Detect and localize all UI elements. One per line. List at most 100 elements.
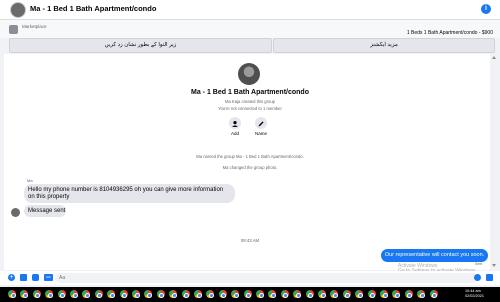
chrome-icon[interactable] bbox=[144, 290, 153, 298]
chrome-icon[interactable] bbox=[330, 290, 339, 298]
chrome-icon[interactable] bbox=[355, 290, 364, 298]
chrome-center bbox=[159, 292, 165, 298]
scroll-down-icon[interactable] bbox=[492, 264, 496, 267]
chrome-icon[interactable] bbox=[417, 290, 426, 298]
chrome-icon[interactable] bbox=[20, 290, 29, 298]
add-label: Add bbox=[230, 131, 239, 136]
chrome-center bbox=[221, 292, 227, 298]
chrome-center bbox=[84, 292, 90, 298]
chrome-icon[interactable] bbox=[82, 290, 91, 298]
incoming-message[interactable]: Hello my phone number is 8104936295 oh y… bbox=[24, 184, 235, 203]
chrome-icon[interactable] bbox=[181, 290, 190, 298]
chrome-center bbox=[233, 292, 239, 298]
group-created-text: Ma Kaja created this group bbox=[224, 99, 276, 104]
chrome-icon[interactable] bbox=[404, 290, 413, 298]
plus-icon[interactable]: + bbox=[8, 274, 15, 281]
message-input[interactable] bbox=[55, 273, 478, 283]
chrome-center bbox=[184, 292, 190, 298]
chrome-center bbox=[171, 292, 177, 298]
sender-name: Ma bbox=[27, 178, 33, 183]
chrome-icon[interactable] bbox=[268, 290, 277, 298]
chrome-icon[interactable] bbox=[305, 290, 314, 298]
chrome-center bbox=[10, 292, 16, 298]
group-photo[interactable] bbox=[238, 63, 260, 85]
chrome-icon[interactable] bbox=[169, 290, 178, 298]
chrome-center bbox=[295, 292, 301, 298]
group-title: Ma - 1 Bed 1 Bath Apartment/condo bbox=[191, 89, 309, 96]
chrome-center bbox=[258, 292, 264, 298]
chrome-center bbox=[146, 292, 152, 298]
like-icon[interactable] bbox=[486, 274, 493, 281]
name-label: Name bbox=[254, 131, 267, 136]
mark-pending-button[interactable]: زیر التوا کے بطور نشان زد کریں bbox=[9, 38, 272, 53]
system-clock[interactable]: 10:44 am 02/02/2021 bbox=[465, 289, 484, 298]
chrome-icon[interactable] bbox=[132, 290, 140, 298]
chrome-center bbox=[419, 292, 425, 298]
chrome-icon[interactable] bbox=[119, 290, 128, 298]
scroll-up-icon[interactable] bbox=[492, 56, 496, 59]
add-person-icon bbox=[232, 121, 238, 127]
chrome-center bbox=[345, 292, 351, 298]
group-avatar-small[interactable] bbox=[10, 2, 26, 18]
chrome-center bbox=[394, 292, 400, 298]
chrome-icon[interactable] bbox=[367, 290, 376, 298]
listing-title-price[interactable]: 1 Beds 1 Bath Apartment/condo - $900 bbox=[407, 30, 493, 36]
chrome-center bbox=[407, 292, 413, 298]
chrome-icon[interactable] bbox=[8, 290, 16, 298]
outgoing-message[interactable]: Our representative will contact you soon… bbox=[381, 249, 488, 262]
incoming-message[interactable]: Message sent bbox=[24, 205, 66, 217]
chrome-center bbox=[134, 292, 140, 298]
clock-date: 02/02/2021 bbox=[465, 293, 485, 298]
chrome-center bbox=[47, 292, 53, 298]
chrome-icon[interactable] bbox=[256, 290, 264, 298]
chrome-center bbox=[357, 292, 363, 298]
conversation-title: Ma - 1 Bed 1 Bath Apartment/condo bbox=[30, 4, 157, 13]
chrome-center bbox=[270, 292, 276, 298]
emoji-icon[interactable] bbox=[474, 274, 481, 281]
chrome-icon[interactable] bbox=[380, 290, 388, 298]
chrome-icon[interactable] bbox=[293, 290, 302, 298]
marketplace-label: Marketplace bbox=[22, 24, 47, 29]
chrome-center bbox=[72, 292, 78, 298]
sticker-icon[interactable] bbox=[32, 274, 39, 281]
chrome-icon[interactable] bbox=[194, 290, 202, 298]
gif-icon[interactable]: GIF bbox=[44, 274, 53, 281]
not-connected-text: You're not connected to 1 member bbox=[218, 106, 282, 111]
sender-avatar[interactable] bbox=[11, 208, 20, 217]
system-message: Ma named the group Ma - 1 Bed 1 Bath Apa… bbox=[196, 154, 304, 159]
chrome-center bbox=[35, 292, 41, 298]
chrome-icon[interactable] bbox=[243, 290, 252, 298]
chrome-icon[interactable] bbox=[218, 290, 227, 298]
chrome-center bbox=[22, 292, 28, 298]
listing-actions: زیر التوا کے بطور نشان زد کریں مزید ایکش… bbox=[9, 38, 495, 53]
chrome-icon[interactable] bbox=[45, 290, 54, 298]
listing-thumbnail[interactable] bbox=[9, 25, 18, 34]
system-message: Ma changed the group photo. bbox=[222, 165, 278, 170]
chrome-icon[interactable] bbox=[94, 290, 103, 298]
pencil-icon bbox=[258, 121, 264, 127]
chrome-icon[interactable] bbox=[231, 290, 240, 298]
chrome-icon[interactable] bbox=[206, 290, 215, 298]
name-group-button[interactable] bbox=[255, 117, 267, 129]
add-person-button[interactable] bbox=[229, 117, 241, 129]
chrome-icon[interactable] bbox=[280, 290, 289, 298]
chrome-center bbox=[246, 292, 252, 298]
chrome-icon[interactable] bbox=[342, 290, 351, 298]
image-icon[interactable] bbox=[20, 274, 27, 281]
chrome-icon[interactable] bbox=[392, 290, 401, 298]
chrome-icon[interactable] bbox=[70, 290, 78, 298]
chrome-center bbox=[60, 292, 66, 298]
chrome-icon[interactable] bbox=[32, 290, 41, 298]
chrome-center bbox=[283, 292, 289, 298]
chrome-icon[interactable] bbox=[318, 290, 326, 298]
info-icon[interactable]: i bbox=[481, 4, 491, 14]
chrome-icon[interactable] bbox=[429, 290, 438, 298]
chrome-icon[interactable] bbox=[107, 290, 116, 298]
chrome-center bbox=[109, 292, 115, 298]
chrome-icon[interactable] bbox=[57, 290, 66, 298]
chrome-center bbox=[320, 292, 326, 298]
more-actions-button[interactable]: مزید ایکشنز bbox=[273, 38, 495, 53]
chrome-center bbox=[97, 292, 103, 298]
chrome-icon[interactable] bbox=[156, 290, 165, 298]
chrome-center bbox=[432, 292, 438, 298]
